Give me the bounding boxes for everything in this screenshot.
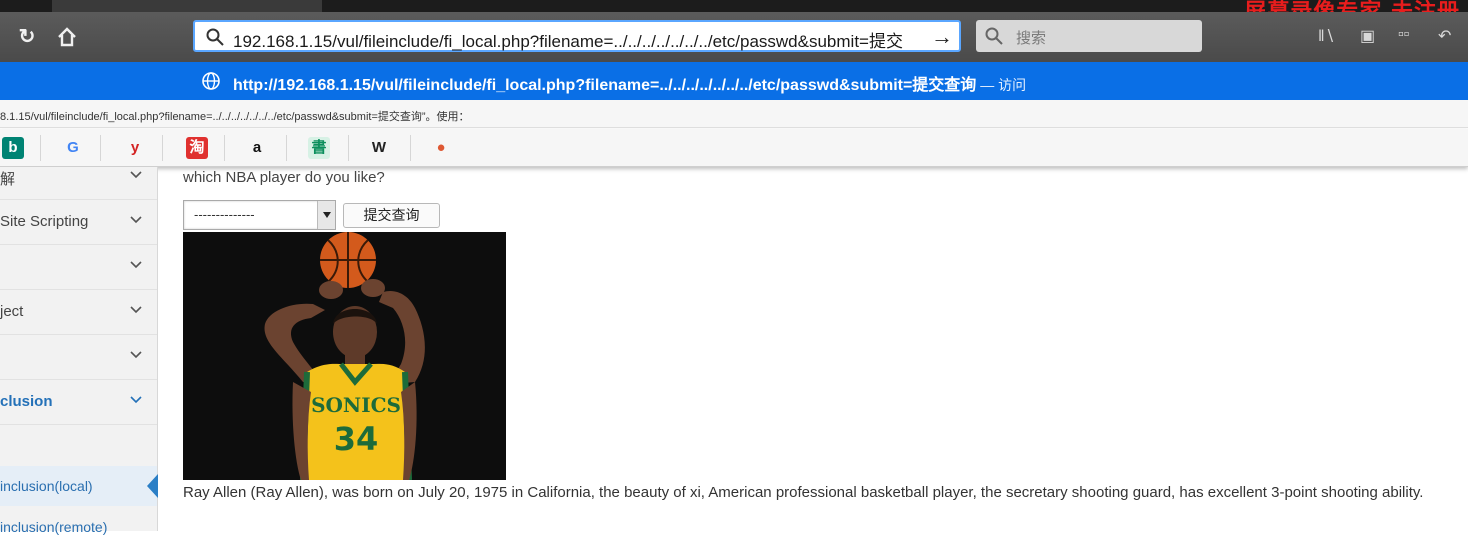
sidebar: 解 Site Scripting ject clusion inclusion(… [0,167,158,535]
bookmark-separator [162,135,163,161]
sidebar-item-label: Site Scripting [0,213,89,230]
search-icon [206,28,224,46]
sidebar-item-injection[interactable]: ject [0,290,157,335]
browser-tab[interactable] [52,0,322,12]
bookmark-separator [348,135,349,161]
library-icon[interactable]: ‖∖ [1318,26,1335,46]
amazon-bookmark-icon[interactable]: a [246,137,268,159]
jersey-number: 34 [334,420,379,458]
chevron-down-icon [130,216,142,224]
sidebar-item-xss[interactable]: Site Scripting [0,200,157,245]
player-caption: Ray Allen (Ray Allen), was born on July … [183,484,1424,501]
duckduckgo-bookmark-icon[interactable]: ● [430,137,452,159]
chevron-down-icon [130,261,142,269]
search-icon [985,27,1003,45]
bookmark-separator [410,135,411,161]
taobao-bookmark-icon[interactable]: 淘 [186,137,208,159]
globe-icon [202,72,220,90]
navigation-bar: ↻ 192.168.1.15/vul/fileinclude/fi_local.… [0,12,1468,62]
wikipedia-bookmark-icon[interactable]: W [368,137,390,159]
question-text: which NBA player do you like? [183,169,385,186]
search-bar[interactable]: 搜索 [976,20,1202,52]
sidebar-item-label: ject [0,303,24,320]
sidebar-item-5[interactable] [0,335,157,380]
status-text: 8.1.15/vul/fileinclude/fi_local.php?file… [0,111,470,123]
chevron-down-icon [130,396,142,404]
sidebar-subitem-label: inclusion(remote) [0,519,108,535]
sidebar-item-intro[interactable]: 解 [0,155,157,200]
sync-icon[interactable]: ▣ [1360,26,1375,46]
home-icon[interactable] [54,24,80,50]
bookmarks-toolbar: b G y 淘 a 書 W ● [0,129,1468,167]
sidebar-subitem-label: inclusion(local) [0,478,93,494]
reload-icon[interactable]: ↻ [14,24,40,50]
status-line: 8.1.15/vul/fileinclude/fi_local.php?file… [0,100,1468,128]
sidebar-toggle-icon[interactable]: ▫▫ [1398,26,1409,44]
address-url[interactable]: 192.168.1.15/vul/fileinclude/fi_local.ph… [233,27,903,52]
bookmark-separator [286,135,287,161]
search-placeholder: 搜索 [1016,30,1047,47]
address-bar[interactable]: 192.168.1.15/vul/fileinclude/fi_local.ph… [193,20,961,52]
bookmark-separator [224,135,225,161]
chevron-down-icon [130,351,142,359]
chevron-down-icon [130,171,142,179]
sidebar-subitem-inclusion-remote[interactable]: inclusion(remote) [0,507,157,547]
submit-button[interactable]: 提交查询 [343,203,440,228]
sidebar-item-3[interactable] [0,245,157,290]
url-suggestion[interactable]: http://192.168.1.15/vul/fileinclude/fi_l… [0,62,1468,100]
player-select[interactable]: -------------- [183,200,336,230]
suggestion-url: http://192.168.1.15/vul/fileinclude/fi_l… [233,77,977,94]
sidebar-item-file-inclusion[interactable]: clusion [0,380,157,425]
jersey-text: SONICS [311,393,401,417]
chevron-down-icon [130,306,142,314]
tab-strip: 屏幕录像专家 未注册 [0,0,1468,25]
select-value: -------------- [194,207,255,222]
go-arrow-icon[interactable]: → [931,24,953,50]
dropdown-arrow-icon[interactable] [317,201,335,229]
sidebar-item-label: 解 [0,171,16,188]
sidebar-subitem-inclusion-local[interactable]: inclusion(local) [0,466,158,506]
back-history-icon[interactable]: ↶ [1438,26,1451,46]
suggestion-action: — 访问 [976,77,1027,93]
player-photo: SONICS 34 [183,232,506,480]
book-bookmark-icon[interactable]: 書 [308,137,330,159]
sidebar-item-label: clusion [0,393,53,410]
